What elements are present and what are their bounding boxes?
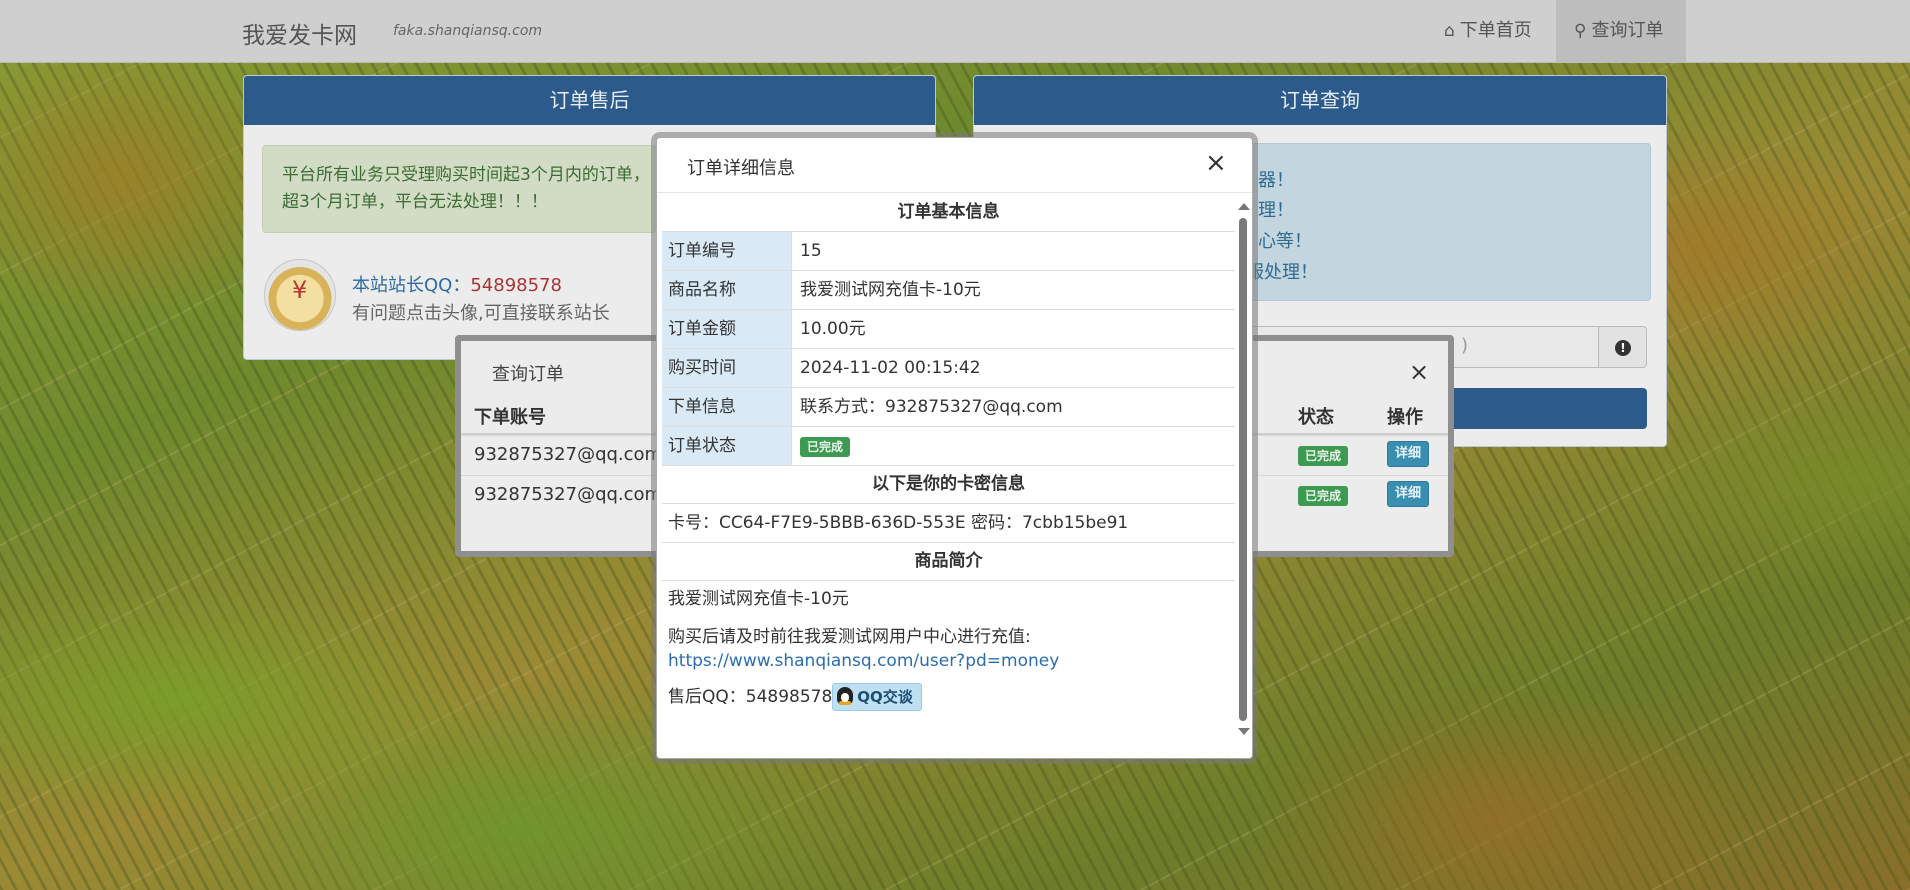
- search-icon: ⚲: [1574, 21, 1587, 41]
- info-addon[interactable]: !: [1598, 326, 1647, 368]
- order-search-input-text: ): [1461, 335, 1469, 356]
- info-icon: !: [1615, 340, 1631, 356]
- aftersale-panel-title: 订单售后: [244, 76, 935, 125]
- qq-chat-label: QQ交谈: [857, 688, 913, 706]
- nav-order-link[interactable]: ⚲ 查询订单: [1556, 0, 1686, 63]
- order-detail-modal: 订单详细信息 × 订单基本信息 订单编号 15 商品名称我爱测试网充值卡-10元 …: [656, 137, 1253, 759]
- info-key: 下单信息: [662, 388, 792, 426]
- query-notice-line: 器！: [1258, 170, 1294, 191]
- scroll-thumb[interactable]: [1239, 218, 1247, 721]
- admin-qq-number: 54898578: [470, 275, 562, 296]
- info-key: 订单状态: [662, 427, 792, 465]
- order-status-badge: 已完成: [800, 437, 851, 457]
- nav-home-link[interactable]: ⌂ 下单首页: [1426, 0, 1550, 63]
- detail-scrollbar[interactable]: [1235, 198, 1251, 743]
- status-badge: 已完成: [1298, 446, 1349, 466]
- admin-qq: 本站站长QQ：54898578: [352, 271, 562, 297]
- info-key: 订单金额: [662, 310, 792, 348]
- info-row: 下单信息 联系方式：932875327@qq.com: [662, 388, 1235, 427]
- detail-button[interactable]: 详细: [1387, 441, 1430, 467]
- qq-chat-button[interactable]: QQ交谈: [832, 683, 922, 711]
- admin-avatar[interactable]: [264, 259, 336, 331]
- product-intro-title: 商品简介: [662, 543, 1235, 581]
- info-key: 订单编号: [662, 232, 792, 270]
- nav-order-label: 查询订单: [1591, 20, 1664, 41]
- info-row: 订单状态 已完成: [662, 427, 1235, 466]
- card-info-title: 以下是你的卡密信息: [662, 466, 1235, 504]
- detail-modal-body[interactable]: 订单基本信息 订单编号 15 商品名称 我爱测试网充值卡-10元 订单金额 10.00…: [662, 194, 1235, 746]
- scroll-up-arrow-icon[interactable]: [1238, 203, 1250, 210]
- aftersale-notice: 平台所有业务只受理购买时间起3个月内的订单，超3个月订单，平台无法处理！！！: [262, 145, 657, 233]
- info-key: 商品名称: [662, 271, 792, 309]
- query-notice-line: 服处理！: [1246, 262, 1318, 283]
- query-notice-line: 理！: [1258, 200, 1294, 221]
- recharge-link[interactable]: https://www.shanqiansq.com/user?pd=money: [668, 651, 1059, 671]
- info-value: 10.00元: [800, 319, 866, 339]
- detail-modal-title: 订单详细信息: [687, 158, 795, 179]
- row-account: 932875327@qq.com: [474, 484, 663, 505]
- qq-penguin-icon: [837, 687, 854, 705]
- intro-product-name: 我爱测试网充值卡-10元: [668, 589, 849, 609]
- nav-home-label: 下单首页: [1459, 20, 1532, 41]
- info-row: 商品名称 我爱测试网充值卡-10元: [662, 271, 1235, 310]
- info-row: 订单编号 15: [662, 232, 1235, 271]
- detail-button[interactable]: 详细: [1387, 481, 1430, 507]
- query-modal-close-button[interactable]: ×: [1409, 358, 1429, 386]
- top-navbar: 我爱发卡网 faka.shanqiansq.com ⌂ 下单首页 ⚲ 查询订单: [0, 0, 1910, 63]
- scroll-down-arrow-icon[interactable]: [1238, 728, 1250, 735]
- order-query-panel-title: 订单查询: [974, 76, 1666, 125]
- info-value: 我爱测试网充值卡-10元: [800, 280, 981, 300]
- info-value: 15: [800, 241, 822, 261]
- intro-text: 购买后请及时前往我爱测试网用户中心进行充值:: [668, 627, 1031, 647]
- site-brand[interactable]: 我爱发卡网: [242, 16, 357, 50]
- detail-modal-close-button[interactable]: ×: [1205, 150, 1227, 176]
- query-modal-title: 查询订单: [492, 364, 564, 385]
- admin-contact-tip: 有问题点击头像,可直接联系站长: [352, 303, 610, 324]
- card-secret: 卡号：CC64-F7E9-5BBB-636D-553E 密码：7cbb15be9…: [662, 504, 1235, 543]
- info-row: 订单金额 10.00元: [662, 310, 1235, 349]
- row-account: 932875327@qq.com: [474, 444, 663, 465]
- query-notice-line: 心等！: [1258, 231, 1312, 252]
- info-key: 购买时间: [662, 349, 792, 387]
- info-row: 购买时间 2024-11-02 00:15:42: [662, 349, 1235, 388]
- detail-modal-header: 订单详细信息 ×: [657, 138, 1252, 193]
- home-icon: ⌂: [1444, 21, 1455, 41]
- product-intro: 我爱测试网充值卡-10元 购买后请及时前往我爱测试网用户中心进行充值: https…: [662, 581, 1235, 731]
- status-badge: 已完成: [1298, 486, 1349, 506]
- info-value: 联系方式：932875327@qq.com: [800, 397, 1063, 417]
- site-domain: faka.shanqiansq.com: [393, 23, 543, 39]
- aftersale-qq: 售后QQ：54898578: [668, 687, 833, 707]
- info-value: 2024-11-02 00:15:42: [800, 358, 981, 378]
- basic-info-title: 订单基本信息: [662, 194, 1235, 232]
- admin-qq-label: 本站站长QQ：: [352, 275, 471, 296]
